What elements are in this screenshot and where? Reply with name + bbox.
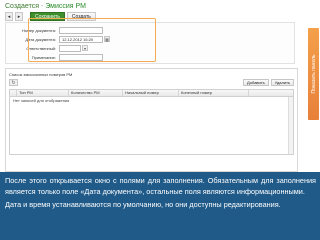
list-toolbar: ↻ bbox=[9, 79, 18, 86]
create-button[interactable]: Создать bbox=[66, 12, 96, 21]
caption-panel: После этого открывается окно с полями дл… bbox=[0, 172, 320, 240]
date-label: Дата документа: bbox=[25, 36, 56, 42]
responsible-input[interactable] bbox=[59, 44, 81, 52]
document-type: Эмиссия РМ bbox=[45, 3, 86, 10]
grid-scrollbar[interactable] bbox=[288, 97, 293, 154]
add-button[interactable]: Добавить bbox=[243, 79, 269, 86]
column-header-type[interactable]: Тип РМ bbox=[17, 90, 69, 96]
column-header-start-number[interactable]: Начальный номер bbox=[123, 90, 179, 96]
number-field-row: Номер документа: bbox=[8, 26, 103, 34]
column-header-filler bbox=[249, 90, 293, 96]
note-input[interactable] bbox=[59, 53, 103, 61]
number-input[interactable] bbox=[59, 26, 103, 34]
side-panel-tab-label: Показать панель bbox=[310, 54, 317, 94]
document-form: Номер документа: Дата документа: 12.12.2… bbox=[5, 22, 295, 64]
responsible-label: Ответственный: bbox=[26, 45, 56, 51]
select-column-header[interactable] bbox=[10, 90, 17, 96]
responsible-field-row: Ответственный: ▾ bbox=[8, 44, 88, 52]
column-header-end-number[interactable]: Конечный номер bbox=[179, 90, 249, 96]
refresh-icon[interactable]: ↻ bbox=[9, 79, 18, 86]
grid-empty-message: Нет записей для отображения bbox=[13, 98, 70, 103]
number-label: Номер документа: bbox=[21, 27, 56, 33]
forward-arrow-icon[interactable]: ▸ bbox=[15, 12, 23, 21]
application-window: Создается - Эмиссия РМ ◂ ▸ Сохранить Соз… bbox=[0, 0, 307, 172]
list-actions: Добавить Удалить bbox=[243, 79, 294, 86]
date-field-row: Дата документа: 12.12.2012 16:20 ▦ bbox=[8, 35, 110, 43]
list-title: Список эмиссионных номеров РМ bbox=[9, 72, 73, 77]
caption-paragraph-2: Дата и время устанавливаются по умолчани… bbox=[5, 200, 281, 209]
chevron-down-icon[interactable]: ▾ bbox=[82, 45, 88, 51]
window-header: Создается - Эмиссия РМ bbox=[5, 2, 205, 11]
note-label: Примечание: bbox=[31, 54, 56, 60]
side-panel-tab[interactable]: Показать панель bbox=[308, 28, 319, 120]
window-title: Создается bbox=[5, 3, 39, 10]
delete-button[interactable]: Удалить bbox=[270, 79, 294, 86]
grid-header: Тип РМ Количество РМ Начальный номер Кон… bbox=[10, 90, 293, 97]
column-header-quantity[interactable]: Количество РМ bbox=[69, 90, 123, 96]
back-arrow-icon[interactable]: ◂ bbox=[5, 12, 13, 21]
caption-paragraph-1: После этого открывается окно с полями дл… bbox=[5, 176, 316, 196]
date-input[interactable]: 12.12.2012 16:20 bbox=[59, 35, 103, 43]
emission-numbers-panel: Список эмиссионных номеров РМ ↻ Добавить… bbox=[5, 68, 298, 172]
emission-grid: Тип РМ Количество РМ Начальный номер Кон… bbox=[9, 89, 294, 155]
calendar-icon[interactable]: ▦ bbox=[104, 36, 110, 42]
save-button[interactable]: Сохранить bbox=[30, 12, 65, 21]
note-field-row: Примечание: bbox=[8, 53, 103, 61]
main-toolbar: ◂ ▸ Сохранить Создать bbox=[5, 12, 96, 21]
